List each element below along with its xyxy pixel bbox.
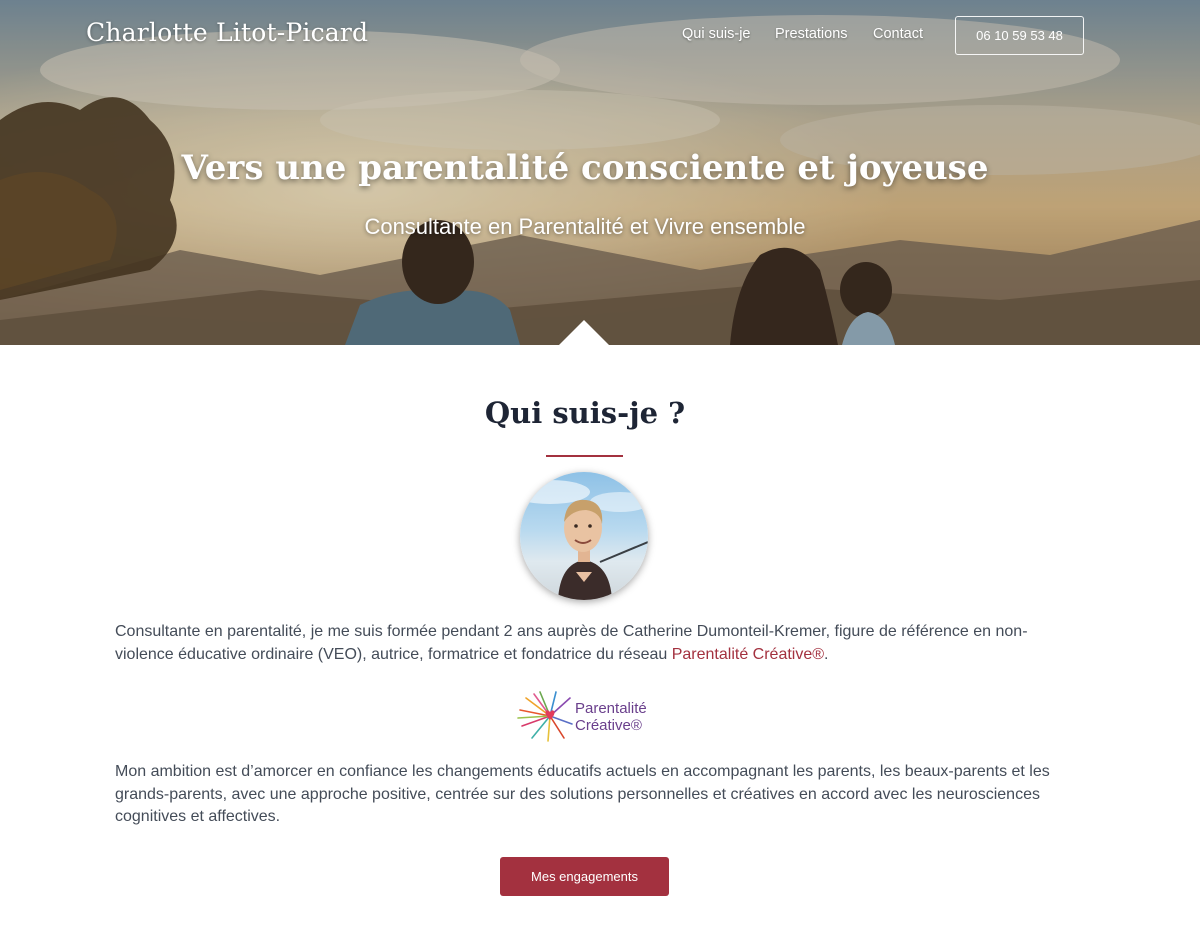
hero-notch-arrow	[559, 320, 609, 345]
logo-text-line2: Créative®	[575, 717, 642, 734]
parentalite-creative-link[interactable]: Parentalité Créative®	[672, 646, 824, 663]
phone-button[interactable]: 06 10 59 53 48	[955, 16, 1084, 55]
intro-text: Consultante en parentalité, je me suis f…	[115, 623, 1028, 663]
logo-text-line1: Parentalité	[575, 700, 647, 717]
nav-link-prestations[interactable]: Prestations	[775, 26, 848, 42]
ambition-paragraph: Mon ambition est d’amorcer en confiance …	[115, 763, 1050, 825]
hero-banner: Charlotte Litot-Picard Qui suis-je Prest…	[0, 0, 1200, 345]
hero-title: Vers une parentalité consciente et joyeu…	[181, 148, 989, 188]
section-title: Qui suis-je ?	[484, 396, 686, 430]
nav-link-qui-suis-je[interactable]: Qui suis-je	[682, 26, 751, 42]
title-divider	[546, 455, 623, 457]
engagements-button[interactable]: Mes engagements	[500, 857, 669, 896]
intro-text-end: .	[824, 645, 829, 663]
intro-paragraph: Consultante en parentalité, je me suis f…	[115, 621, 1060, 666]
portrait-photo	[520, 480, 648, 600]
hero-subtitle: Consultante en Parentalité et Vivre ense…	[364, 214, 806, 239]
avatar	[520, 472, 648, 600]
nav-link-contact[interactable]: Contact	[873, 26, 923, 42]
